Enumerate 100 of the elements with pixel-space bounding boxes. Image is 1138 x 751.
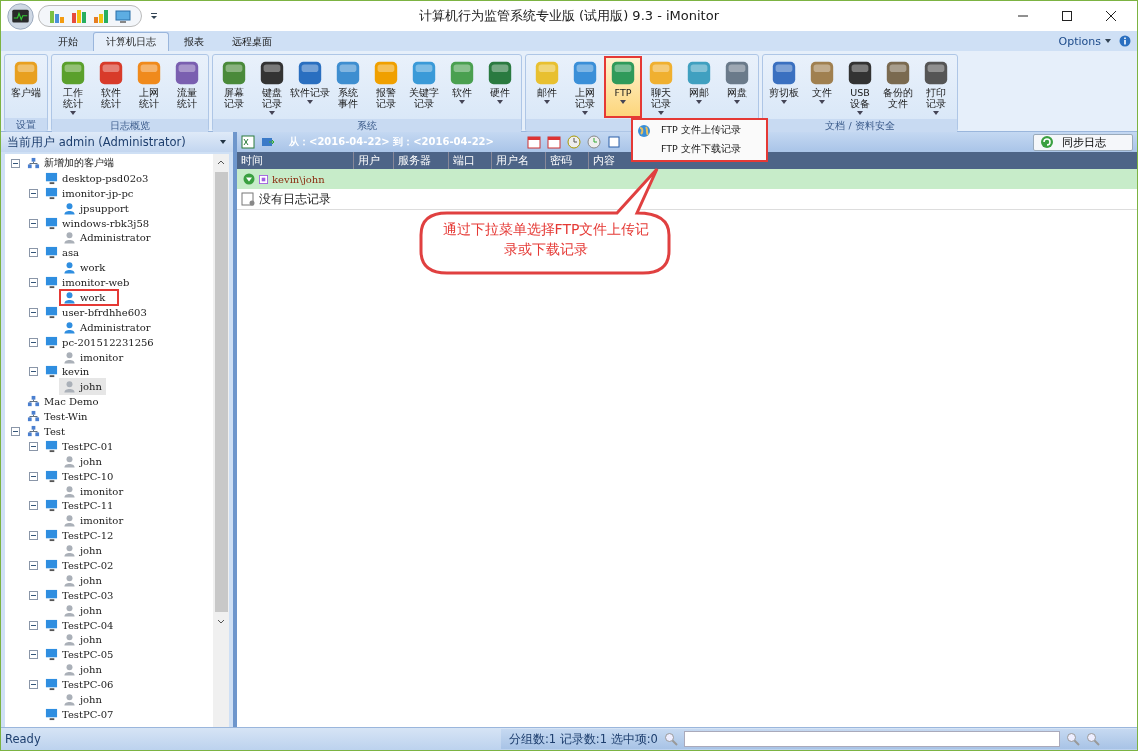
collapse-icon[interactable] xyxy=(29,367,38,377)
ribbon-button[interactable]: 流量 统计 xyxy=(168,56,206,118)
ribbon-button[interactable]: 报警 记录 xyxy=(367,56,405,118)
tree-item[interactable]: john xyxy=(59,452,106,470)
help-icon[interactable] xyxy=(1119,35,1131,47)
tree-item[interactable]: windows-rbk3j58 xyxy=(41,214,154,232)
tree-item[interactable]: Test-Win xyxy=(23,408,92,426)
bar-chart-icon[interactable] xyxy=(71,8,87,24)
collapse-icon[interactable] xyxy=(29,531,38,541)
export-icon[interactable] xyxy=(261,135,275,149)
caret-icon[interactable] xyxy=(219,138,227,146)
collapse-icon[interactable] xyxy=(29,471,38,481)
ribbon-button[interactable]: 上网 统计 xyxy=(130,56,168,118)
tree-item[interactable]: john xyxy=(59,691,106,708)
tree-item[interactable]: work xyxy=(59,259,110,277)
tree-item[interactable]: imonitor xyxy=(59,348,128,366)
sync-log-button[interactable]: 同步日志 xyxy=(1033,133,1133,151)
collapse-icon[interactable] xyxy=(29,561,38,570)
spreadsheet-icon[interactable] xyxy=(241,135,255,149)
ribbon-button[interactable]: 硬件 xyxy=(481,56,519,118)
ribbon-button[interactable]: 网邮 xyxy=(680,56,718,118)
collapse-icon[interactable] xyxy=(29,248,38,258)
tree-item[interactable]: TestPC-10 xyxy=(41,467,118,485)
ribbon-button[interactable]: FTP xyxy=(604,56,642,118)
tree-item[interactable]: jpsupport xyxy=(59,199,133,217)
ribbon-button[interactable]: 软件 统计 xyxy=(92,56,130,118)
tree-item[interactable]: TestPC-07 xyxy=(41,705,118,723)
calendar-icon[interactable] xyxy=(527,135,541,149)
collapse-icon[interactable] xyxy=(11,426,20,436)
ribbon-button[interactable]: 软件记录 xyxy=(291,56,329,118)
tree-item[interactable]: Administrator xyxy=(59,318,155,336)
tree-item[interactable]: Administrator xyxy=(59,229,155,247)
options-menu[interactable]: Options xyxy=(1058,34,1101,48)
maximize-icon[interactable] xyxy=(1061,10,1073,22)
collapse-icon[interactable] xyxy=(29,278,38,288)
menu-item[interactable]: FTP 文件上传记录 xyxy=(633,121,766,140)
collapse-icon[interactable] xyxy=(243,173,255,185)
ribbon-button[interactable]: 剪切板 xyxy=(765,56,803,118)
ribbon-button[interactable]: 软件 xyxy=(443,56,481,118)
collapse-icon[interactable] xyxy=(29,650,38,660)
tree-item[interactable]: john xyxy=(59,378,106,396)
ribbon-button[interactable]: 系统 事件 xyxy=(329,56,367,118)
ribbon-button[interactable]: 关键字 记录 xyxy=(405,56,443,118)
ribbon-tab[interactable]: 计算机日志 xyxy=(93,32,169,51)
tree-item[interactable]: john xyxy=(59,601,106,619)
tree-item[interactable]: TestPC-02 xyxy=(41,557,118,574)
tree-item[interactable]: asa xyxy=(41,244,84,262)
ribbon-button[interactable]: 键盘 记录 xyxy=(253,56,291,118)
bar-chart-icon[interactable] xyxy=(49,8,65,24)
ribbon-tab[interactable]: 远程桌面 xyxy=(219,32,285,51)
menu-item[interactable]: FTP 文件下载记录 xyxy=(633,140,766,159)
ribbon-tab[interactable]: 报表 xyxy=(171,32,217,51)
tree-item[interactable]: TestPC-06 xyxy=(41,676,118,694)
ribbon-button[interactable]: 打印 记录 xyxy=(917,56,955,118)
ribbon-button[interactable]: 文件 xyxy=(803,56,841,118)
collapse-icon[interactable] xyxy=(29,590,38,600)
ribbon-button[interactable]: 上网 记录 xyxy=(566,56,604,118)
ribbon-button[interactable]: 屏幕 记录 xyxy=(215,56,253,118)
app-logo-icon[interactable] xyxy=(7,2,34,30)
scrollbar-thumb[interactable] xyxy=(214,172,228,612)
collapse-icon[interactable] xyxy=(29,188,38,198)
ribbon-button[interactable]: 邮件 xyxy=(528,56,566,118)
tree-item[interactable]: TestPC-03 xyxy=(41,586,118,604)
ribbon-button[interactable]: 网盘 xyxy=(718,56,756,118)
customize-caret-icon[interactable] xyxy=(150,12,158,20)
close-icon[interactable] xyxy=(1105,10,1117,22)
collapse-icon[interactable] xyxy=(29,501,38,511)
monitor-icon[interactable] xyxy=(115,8,131,24)
collapse-icon[interactable] xyxy=(29,441,38,451)
collapse-icon[interactable] xyxy=(29,307,38,317)
tree-item[interactable]: john xyxy=(59,571,106,589)
tree-item[interactable]: TestPC-12 xyxy=(41,527,118,545)
tree-item[interactable]: Test xyxy=(23,423,69,440)
checkbox-icon[interactable] xyxy=(607,135,621,149)
tree-item[interactable]: kevin xyxy=(41,363,94,381)
search-field[interactable] xyxy=(683,731,1060,747)
tree-item[interactable]: TestPC-05 xyxy=(41,646,118,664)
collapse-icon[interactable] xyxy=(29,218,38,228)
tree-item[interactable]: TestPC-01 xyxy=(41,437,118,455)
tree-item[interactable]: TestPC-04 xyxy=(41,616,118,634)
collapse-icon[interactable] xyxy=(29,680,38,690)
tree-item[interactable]: Mac Demo xyxy=(23,393,103,411)
tree-item[interactable]: pc-201512231256 xyxy=(41,333,158,351)
tree-item[interactable]: user-bfrdhhe603 xyxy=(41,303,151,321)
ribbon-button[interactable]: 备份的 文件 xyxy=(879,56,917,118)
caret-icon[interactable] xyxy=(1104,37,1112,45)
ribbon-button[interactable]: 聊天 记录 xyxy=(642,56,680,118)
ribbon-button[interactable]: 工作 统计 xyxy=(54,56,92,118)
tree-item[interactable]: imonitor xyxy=(59,482,128,500)
bar-chart-icon[interactable] xyxy=(93,8,109,24)
tree-item[interactable]: work xyxy=(59,288,120,306)
ribbon-tab[interactable]: 开始 xyxy=(45,32,91,51)
tree-item[interactable]: john xyxy=(59,631,106,649)
collapse-icon[interactable] xyxy=(29,337,38,347)
collapse-icon[interactable] xyxy=(29,620,38,630)
calendar-icon[interactable] xyxy=(547,135,561,149)
collapse-icon[interactable] xyxy=(11,158,20,168)
tree-item[interactable]: TestPC-11 xyxy=(41,497,118,515)
tree-item[interactable]: imonitor xyxy=(59,512,128,530)
tree-item[interactable]: john xyxy=(59,542,106,560)
